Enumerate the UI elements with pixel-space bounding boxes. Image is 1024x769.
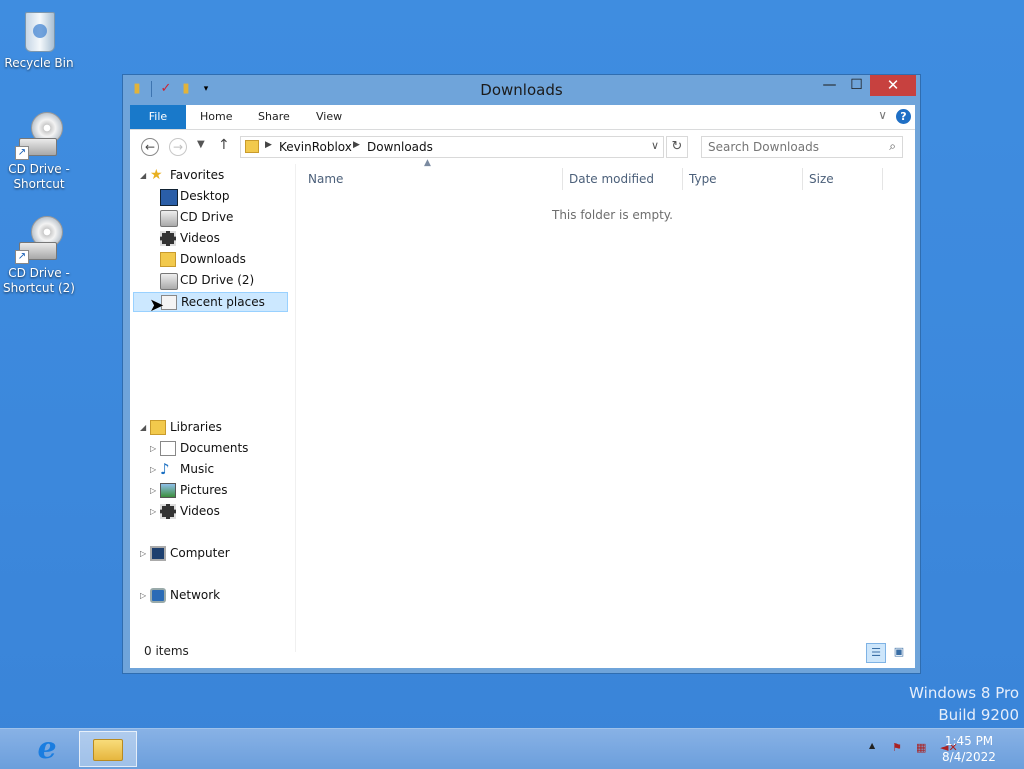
shortcut-arrow-icon: ↗ (15, 250, 29, 264)
document-icon (160, 441, 176, 456)
expand-triangle-icon[interactable]: ▷ (140, 549, 146, 558)
expand-triangle-icon[interactable]: ▷ (150, 507, 156, 516)
column-date-modified[interactable]: Date modified (569, 164, 654, 192)
address-bar-row: ← → ▼ ↑ ▶ KevinRoblox ▶ Downloads ∨ ↻ ⌕ (130, 130, 915, 164)
downloads-folder-icon (160, 252, 176, 267)
explorer-window: ▮ ✓ ▮ ▾ Downloads — ☐ ✕ File Home Share … (122, 74, 921, 674)
help-icon[interactable]: ? (896, 109, 911, 124)
watermark-build: Build 9200 (938, 706, 1019, 724)
back-button[interactable]: ← (141, 138, 159, 156)
expand-triangle-icon[interactable]: ▷ (150, 444, 156, 453)
internet-explorer-icon: e (37, 731, 57, 766)
cd-drive-icon: ↗ (15, 216, 63, 264)
breadcrumb-user[interactable]: KevinRoblox (279, 140, 352, 154)
search-box[interactable]: ⌕ (701, 136, 903, 158)
tab-file[interactable]: File (130, 105, 186, 129)
content-area: ◢ ★ Favorites Desktop CD Drive Videos Do… (130, 158, 915, 652)
show-hidden-icons-chevron-icon[interactable]: ▲ (869, 741, 875, 750)
large-icons-view-button[interactable]: ▣ (889, 643, 909, 663)
desktop-icon-recycle-bin[interactable]: Recycle Bin (1, 6, 77, 71)
taskbar-internet-explorer[interactable]: e (18, 731, 76, 767)
clock-time: 1:45 PM (944, 734, 994, 748)
recent-locations-dropdown-icon[interactable]: ▼ (197, 139, 205, 150)
computer-icon (150, 546, 166, 561)
system-tray: ▲ ⚑ ▦ ◄✕ 1:45 PM 8/4/2022 (824, 729, 1024, 769)
title-bar[interactable]: ▮ ✓ ▮ ▾ Downloads — ☐ ✕ (123, 75, 920, 105)
column-type[interactable]: Type (689, 164, 717, 192)
column-size[interactable]: Size (809, 164, 834, 192)
film-icon (160, 504, 176, 519)
item-count: 0 items (144, 644, 189, 658)
forward-button[interactable]: → (169, 138, 187, 156)
minimize-button[interactable]: — (816, 75, 843, 96)
collapse-triangle-icon[interactable]: ◢ (140, 423, 146, 432)
cd-drive-icon: ↗ (15, 112, 63, 160)
expand-ribbon-icon[interactable]: ∨ (878, 108, 887, 122)
breadcrumb-downloads[interactable]: Downloads (367, 140, 433, 154)
desktop-icon-label: CD Drive - Shortcut (8, 162, 70, 191)
folder-icon (245, 140, 259, 153)
taskbar-file-explorer[interactable] (79, 731, 137, 767)
empty-folder-message: This folder is empty. (552, 208, 673, 222)
address-path[interactable]: ▶ KevinRoblox ▶ Downloads ∨ (240, 136, 664, 158)
maximize-button[interactable]: ☐ (843, 75, 870, 96)
sort-ascending-icon: ▲ (424, 158, 431, 168)
status-bar: 0 items ☰ ▣ (130, 643, 915, 668)
music-note-icon: ♪ (160, 460, 170, 478)
ribbon-tabs: File Home Share View ∨ ? (130, 105, 915, 130)
chevron-right-icon[interactable]: ▶ (265, 140, 272, 150)
refresh-button[interactable]: ↻ (666, 136, 688, 158)
network-status-icon[interactable]: ▦ (916, 741, 926, 754)
network-icon (150, 588, 166, 603)
recycle-bin-icon (15, 6, 63, 54)
desktop-icon-cd-drive-shortcut[interactable]: ↗ CD Drive - Shortcut (1, 112, 77, 192)
watermark-edition: Windows 8 Pro (909, 684, 1019, 702)
expand-triangle-icon[interactable]: ▷ (150, 465, 156, 474)
file-list-header: ▲ Name Date modified Type Size (300, 158, 915, 192)
shortcut-arrow-icon: ↗ (15, 146, 29, 160)
close-button[interactable]: ✕ (870, 75, 916, 96)
navigation-pane: ◢ ★ Favorites Desktop CD Drive Videos Do… (130, 164, 292, 652)
libraries-icon (150, 420, 166, 435)
mouse-cursor-icon: ➤ (149, 295, 165, 316)
cd-drive-icon (160, 273, 178, 290)
desktop-icon-cd-drive-shortcut-2[interactable]: ↗ CD Drive - Shortcut (2) (1, 216, 77, 296)
taskbar-clock[interactable]: 1:45 PM 8/4/2022 (934, 733, 1004, 765)
windows-version-watermark: Windows 8 Pro Build 9200 (909, 682, 1019, 726)
expand-triangle-icon[interactable]: ▷ (140, 591, 146, 600)
chevron-down-icon[interactable]: ∨ (651, 139, 659, 152)
star-icon: ★ (150, 167, 163, 183)
chevron-right-icon[interactable]: ▶ (353, 140, 360, 150)
desktop-icon (160, 189, 178, 206)
details-view-button[interactable]: ☰ (866, 643, 886, 663)
tab-home[interactable]: Home (200, 105, 232, 129)
pane-divider[interactable] (295, 164, 296, 652)
tab-share[interactable]: Share (258, 105, 290, 129)
window-title: Downloads (480, 81, 563, 99)
action-center-icon[interactable]: ⚑ (892, 741, 902, 754)
search-icon[interactable]: ⌕ (889, 139, 896, 154)
file-explorer-icon (93, 739, 123, 761)
desktop-icon-label: Recycle Bin (4, 56, 74, 70)
column-name[interactable]: Name (308, 164, 343, 192)
pictures-icon (160, 483, 176, 498)
desktop-icon-label: CD Drive - Shortcut (2) (3, 266, 75, 295)
taskbar: e ▲ ⚑ ▦ ◄✕ 1:45 PM 8/4/2022 (0, 728, 1024, 769)
up-button[interactable]: ↑ (218, 137, 230, 153)
expand-triangle-icon[interactable]: ▷ (150, 486, 156, 495)
search-input[interactable] (708, 139, 878, 155)
tab-view[interactable]: View (316, 105, 342, 129)
collapse-triangle-icon[interactable]: ◢ (140, 171, 146, 180)
film-icon (160, 231, 176, 246)
clock-date: 8/4/2022 (942, 750, 996, 764)
